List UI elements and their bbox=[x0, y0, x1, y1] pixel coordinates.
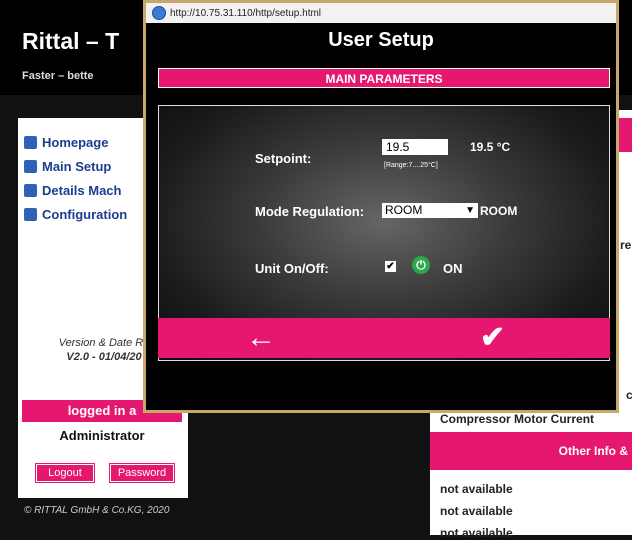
url-text: http://10.75.31.110/http/setup.html bbox=[170, 7, 322, 19]
details-icon bbox=[24, 183, 37, 197]
chevron-down-icon: ▼ bbox=[465, 205, 475, 216]
mode-regulation-label: Mode Regulation: bbox=[255, 204, 365, 219]
setup-icon bbox=[24, 159, 37, 173]
copyright: © RITTAL GmbH & Co.KG, 2020 bbox=[24, 505, 170, 516]
mode-selected: ROOM bbox=[385, 203, 423, 217]
section-header: MAIN PARAMETERS bbox=[158, 68, 610, 88]
unit-on-off-label: Unit On/Off: bbox=[255, 261, 329, 276]
configuration-icon bbox=[24, 207, 37, 221]
mode-regulation-select[interactable]: ROOM ▼ bbox=[382, 203, 478, 218]
action-bar: ← ✔ bbox=[158, 318, 610, 358]
info-value: not available bbox=[440, 526, 513, 540]
mode-display: ROOM bbox=[480, 204, 518, 218]
unit-on-checkbox[interactable]: ✔ bbox=[385, 261, 396, 272]
nav-main-setup[interactable]: Main Setup bbox=[24, 156, 111, 176]
site-title: Rittal – T bbox=[22, 28, 120, 54]
nav-configuration[interactable]: Configuration bbox=[24, 204, 127, 224]
power-icon: ⏻ bbox=[412, 256, 430, 274]
nav-label: Configuration bbox=[42, 206, 128, 222]
info-value: not available bbox=[440, 482, 513, 496]
confirm-button[interactable]: ✔ bbox=[480, 320, 505, 356]
nav-homepage[interactable]: Homepage bbox=[24, 132, 108, 152]
user-name: Administrator bbox=[59, 428, 145, 443]
status-fragment: re bbox=[620, 238, 632, 252]
browser-icon bbox=[152, 6, 166, 20]
user-setup-popup: http://10.75.31.110/http/setup.html User… bbox=[143, 0, 619, 413]
popup-title: User Setup bbox=[328, 29, 434, 51]
logout-button[interactable]: Logout bbox=[35, 463, 95, 483]
other-info-header: Other Info & bbox=[430, 432, 632, 470]
nav-label: Main Setup bbox=[42, 158, 112, 174]
nav-label: Homepage bbox=[42, 134, 109, 150]
setpoint-range: [Range:7....25°C] bbox=[384, 162, 438, 169]
status-fragment: c bbox=[626, 388, 632, 402]
other-info-label: Other Info & bbox=[558, 444, 628, 458]
nav-details-machine[interactable]: Details Mach bbox=[24, 180, 121, 200]
address-bar: http://10.75.31.110/http/setup.html bbox=[146, 3, 616, 23]
back-button[interactable]: ← bbox=[246, 320, 276, 356]
compressor-current-label: Compressor Motor Current bbox=[440, 412, 595, 426]
nav-label: Details Mach bbox=[42, 182, 122, 198]
password-button[interactable]: Password bbox=[109, 463, 175, 483]
unit-state: ON bbox=[443, 261, 463, 276]
info-value: not available bbox=[440, 504, 513, 518]
site-slogan: Faster – bette bbox=[22, 70, 94, 82]
setpoint-label: Setpoint: bbox=[255, 151, 312, 166]
setpoint-input[interactable]: 19.5 bbox=[382, 139, 448, 155]
setpoint-display: 19.5 °C bbox=[470, 140, 511, 154]
home-icon bbox=[24, 135, 37, 149]
